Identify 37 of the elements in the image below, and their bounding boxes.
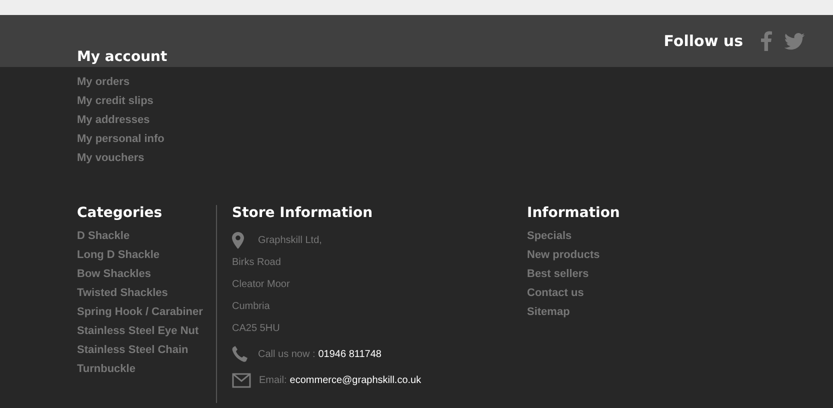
footer-link[interactable]: My orders — [77, 73, 756, 92]
footer-link[interactable]: Long D Shackle — [77, 246, 216, 265]
section-heading: Categories — [77, 205, 164, 221]
footer-link[interactable]: Stainless Steel Eye Nut — [77, 322, 216, 341]
phone-icon — [232, 346, 248, 362]
email-address[interactable]: ecommerce@graphskill.co.uk — [290, 374, 422, 386]
email-label: Email: — [259, 374, 287, 386]
location-pin-icon — [232, 232, 244, 248]
footer-link[interactable]: New products — [527, 246, 727, 265]
facebook-icon[interactable] — [761, 31, 772, 51]
footer-link[interactable]: Twisted Shackles — [77, 284, 216, 303]
address-line: Cleator Moor — [232, 278, 290, 290]
section-heading: Information — [527, 205, 621, 221]
footer-link[interactable]: Best sellers — [527, 265, 727, 284]
address-line: Birks Road — [232, 256, 281, 268]
address-line: Cumbria — [232, 300, 270, 312]
footer-link[interactable]: My addresses — [77, 111, 756, 130]
section-heading: Store Information — [232, 205, 374, 221]
footer-link[interactable]: Stainless Steel Chain — [77, 341, 216, 360]
address-line: CA25 5HU — [232, 322, 280, 334]
footer-link[interactable]: D Shackle — [77, 227, 216, 246]
footer-link[interactable]: Sitemap — [527, 303, 727, 322]
follow-label: Follow us — [664, 32, 743, 50]
section-heading: My account — [77, 49, 168, 65]
address-line: Graphskill Ltd, — [258, 234, 322, 246]
footer-link[interactable]: My credit slips — [77, 92, 756, 111]
footer-link[interactable]: Specials — [527, 227, 727, 246]
footer-link[interactable]: Bow Shackles — [77, 265, 216, 284]
footer-link[interactable]: My vouchers — [77, 149, 756, 168]
envelope-icon — [232, 372, 251, 388]
footer-link[interactable]: Turnbuckle — [77, 360, 216, 379]
phone-number: 01946 811748 — [318, 348, 382, 360]
twitter-icon[interactable] — [784, 32, 805, 50]
footer-link[interactable]: Spring Hook / Carabiner — [77, 303, 216, 322]
phone-label: Call us now : — [258, 348, 316, 360]
footer-link[interactable]: Contact us — [527, 284, 727, 303]
footer-link[interactable]: My personal info — [77, 130, 756, 149]
